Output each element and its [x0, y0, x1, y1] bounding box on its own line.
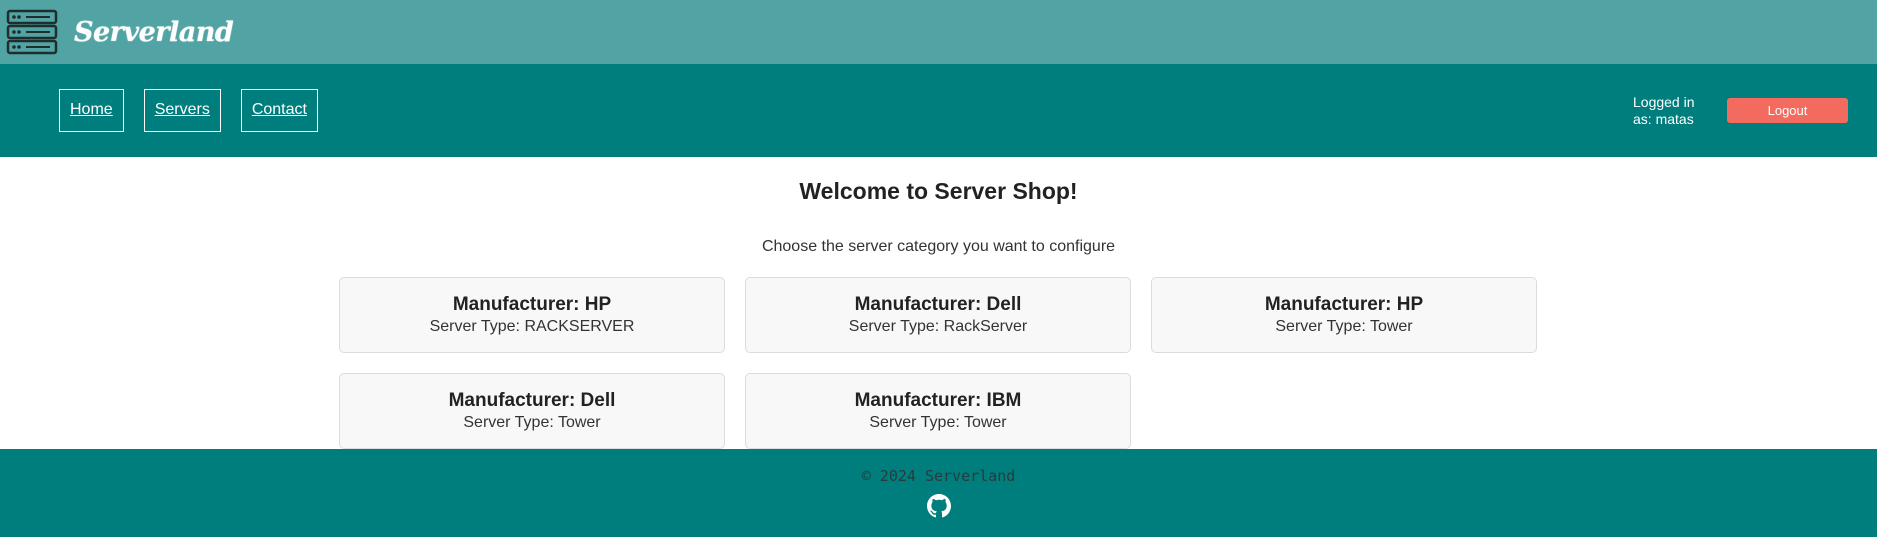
- category-card[interactable]: Manufacturer: Dell Server Type: RackServ…: [745, 277, 1131, 353]
- category-card[interactable]: Manufacturer: HP Server Type: Tower: [1151, 277, 1537, 353]
- nav-home-link[interactable]: Home: [59, 89, 124, 132]
- category-grid: Manufacturer: HP Server Type: RACKSERVER…: [339, 277, 1539, 449]
- page-subtitle: Choose the server category you want to c…: [761, 238, 1116, 255]
- card-server-type: Server Type: Tower: [869, 414, 1007, 431]
- category-card[interactable]: Manufacturer: Dell Server Type: Tower: [339, 373, 725, 449]
- github-icon[interactable]: [926, 494, 951, 518]
- card-server-type: Server Type: RackServer: [848, 318, 1028, 335]
- brand-name[interactable]: Serverland: [74, 17, 234, 48]
- nav-servers-link[interactable]: Servers: [143, 89, 221, 132]
- page-title: Welcome to Server Shop!: [799, 178, 1078, 204]
- copyright-text: © 2024 Serverland: [861, 467, 1016, 485]
- card-server-type: Server Type: RACKSERVER: [429, 318, 635, 335]
- logged-in-status: Logged in as: matas: [1633, 93, 1695, 127]
- card-manufacturer: Manufacturer: HP: [452, 294, 612, 315]
- category-card[interactable]: Manufacturer: IBM Server Type: Tower: [745, 373, 1131, 449]
- top-header: Serverland: [0, 0, 1877, 64]
- card-server-type: Server Type: Tower: [463, 414, 601, 431]
- card-manufacturer: Manufacturer: Dell: [448, 390, 616, 411]
- card-manufacturer: Manufacturer: HP: [1264, 294, 1424, 315]
- nav-contact-link[interactable]: Contact: [240, 89, 318, 132]
- navbar: Home Servers Contact Logged in as: matas…: [0, 64, 1877, 157]
- card-server-type: Server Type: Tower: [1275, 318, 1413, 335]
- category-card[interactable]: Manufacturer: HP Server Type: RACKSERVER: [339, 277, 725, 353]
- logout-button[interactable]: Logout: [1727, 98, 1848, 123]
- card-manufacturer: Manufacturer: IBM: [854, 390, 1022, 411]
- user-area: Logged in as: matas Logout: [1633, 94, 1848, 128]
- footer: © 2024 Serverland: [0, 449, 1877, 537]
- nav-links: Home Servers Contact: [59, 89, 318, 132]
- main-content: Welcome to Server Shop! Choose the serve…: [0, 157, 1877, 449]
- server-rack-icon: [6, 9, 58, 55]
- card-manufacturer: Manufacturer: Dell: [854, 294, 1022, 315]
